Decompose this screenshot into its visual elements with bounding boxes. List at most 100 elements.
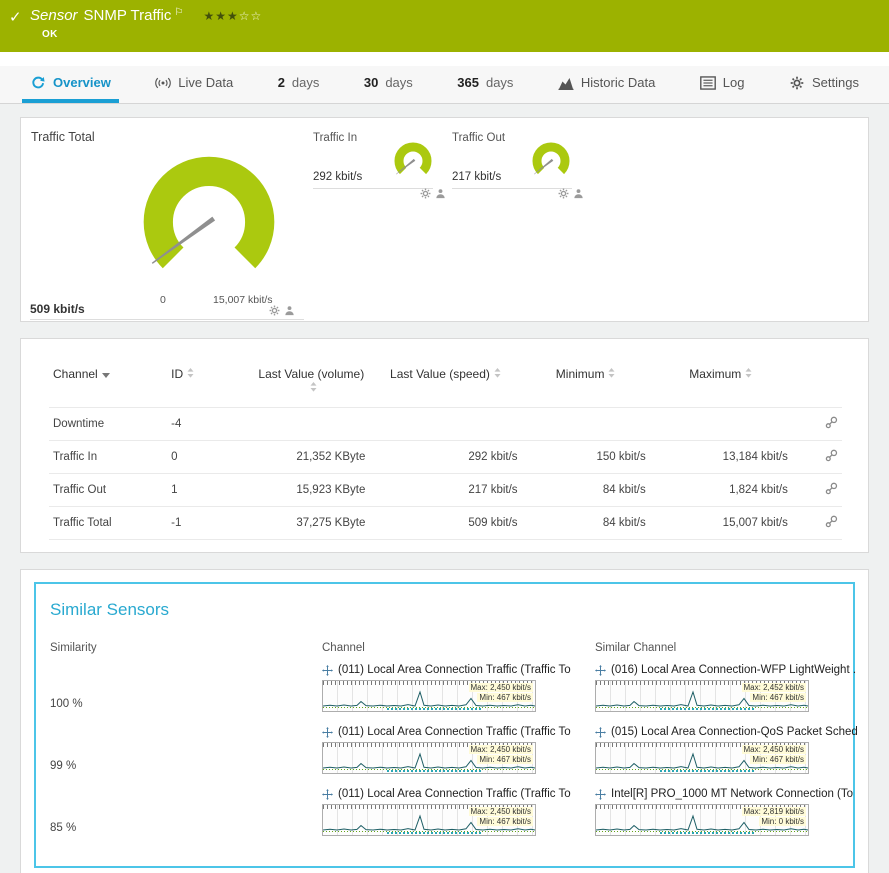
similar-channel-minigraph[interactable]: Max: 2,450 kbit/s Min: 467 kbit/s <box>595 742 809 774</box>
channel-table-header-row: Channel ID Last Value (volume) Last Valu… <box>49 363 842 408</box>
channel-link-label: (011) Local Area Connection Traffic (Tra… <box>338 664 571 676</box>
channel-table-panel: Channel ID Last Value (volume) Last Valu… <box>20 338 869 553</box>
column-header-maximum-label: Maximum <box>689 367 741 381</box>
channel-link[interactable]: (011) Local Area Connection Traffic (Tra… <box>322 788 584 800</box>
traffic-total-label: Traffic Total <box>31 130 95 144</box>
tab-overview[interactable]: Overview <box>22 66 119 103</box>
gear-icon[interactable] <box>420 188 431 199</box>
graph-max-label: Max: 2,450 kbit/s <box>469 683 533 692</box>
traffic-in-gauge[interactable] <box>389 136 437 184</box>
tab-2-days-word: days <box>292 75 319 90</box>
channel-icon <box>595 789 606 800</box>
similar-channel-minigraph[interactable]: Max: 2,452 kbit/s Min: 467 kbit/s <box>595 680 809 712</box>
traffic-in-label: Traffic In <box>313 132 357 144</box>
stars-empty: ☆☆ <box>239 9 263 23</box>
tab-365-days[interactable]: 365 days <box>449 66 521 103</box>
user-icon[interactable] <box>573 188 584 199</box>
tab-log-label: Log <box>723 75 745 90</box>
channel-last-speed <box>369 408 521 441</box>
traffic-total-gauge[interactable] <box>131 144 287 300</box>
column-header-channel-label: Channel <box>53 367 98 381</box>
similar-row: 100 % (011) Local Area Connection Traffi… <box>50 664 839 712</box>
column-header-id[interactable]: ID <box>167 363 253 408</box>
channel-settings-icon[interactable] <box>825 482 838 495</box>
traffic-out-value: 217 kbit/s <box>452 171 501 183</box>
traffic-total-value: 509 kbit/s <box>30 302 85 316</box>
tab-30-days[interactable]: 30 days <box>356 66 421 103</box>
channel-name: Downtime <box>49 408 167 441</box>
graph-axis-text <box>660 832 755 834</box>
graph-axis-text <box>387 770 482 772</box>
tab-2-days-number: 2 <box>278 75 285 90</box>
channel-name: Traffic In <box>49 441 167 474</box>
tab-365-days-number: 365 <box>457 75 479 90</box>
graph-min-label: Min: 0 kbit/s <box>759 817 806 826</box>
channel-maximum: 15,007 kbit/s <box>650 507 792 540</box>
user-icon[interactable] <box>435 188 446 199</box>
column-header-last-volume[interactable]: Last Value (volume) <box>253 363 369 408</box>
overview-content: Traffic Total 0 15,007 kbit/s 509 kbit/s… <box>0 104 889 873</box>
similar-channel-cell: Intel[R] PRO_1000 MT Network Connection … <box>595 788 857 836</box>
channel-icon <box>322 665 333 676</box>
tab-historic-data-label: Historic Data <box>581 75 655 90</box>
channel-last-volume <box>253 408 369 441</box>
sensor-title-line: SensorSNMP Traffic⚐ ★★★☆☆ <box>30 7 262 24</box>
sensor-title: SNMP Traffic <box>84 7 172 24</box>
channel-last-speed: 509 kbit/s <box>369 507 521 540</box>
table-row: Downtime -4 <box>49 408 842 441</box>
sort-icon <box>187 368 194 378</box>
similar-channel-link[interactable]: Intel[R] PRO_1000 MT Network Connection … <box>595 788 857 800</box>
channel-icon <box>595 727 606 738</box>
column-header-maximum[interactable]: Maximum <box>650 363 792 408</box>
tab-live-data[interactable]: Live Data <box>147 66 241 103</box>
similar-channel-cell: (016) Local Area Connection-WFP LightWei… <box>595 664 857 712</box>
channel-table: Channel ID Last Value (volume) Last Valu… <box>49 363 842 540</box>
column-header-last-volume-label: Last Value (volume) <box>258 367 364 381</box>
column-header-similarity: Similarity <box>50 642 322 654</box>
channel-minimum: 84 kbit/s <box>522 474 650 507</box>
channel-last-speed: 292 kbit/s <box>369 441 521 474</box>
divider <box>452 188 572 189</box>
gauge-min-label: 0 <box>160 294 166 306</box>
channel-minimum <box>522 408 650 441</box>
channel-maximum: 1,824 kbit/s <box>650 474 792 507</box>
channel-link[interactable]: (011) Local Area Connection Traffic (Tra… <box>322 664 584 676</box>
channel-id: -1 <box>167 507 253 540</box>
channel-minigraph[interactable]: Max: 2,450 kbit/s Min: 467 kbit/s <box>322 742 536 774</box>
tab-historic-data[interactable]: Historic Data <box>550 66 663 103</box>
similar-channel-link[interactable]: (015) Local Area Connection-QoS Packet S… <box>595 726 857 738</box>
traffic-in-actions <box>420 188 446 199</box>
column-header-similar-channel: Similar Channel <box>595 642 839 654</box>
channel-cell: (011) Local Area Connection Traffic (Tra… <box>322 788 595 836</box>
column-header-minimum[interactable]: Minimum <box>522 363 650 408</box>
channel-link[interactable]: (011) Local Area Connection Traffic (Tra… <box>322 726 584 738</box>
channel-settings-icon[interactable] <box>825 416 838 429</box>
similar-channel-minigraph[interactable]: Max: 2,819 kbit/s Min: 0 kbit/s <box>595 804 809 836</box>
channel-settings-icon[interactable] <box>825 515 838 528</box>
graph-axis-text <box>660 708 755 710</box>
graph-max-label: Max: 2,452 kbit/s <box>742 683 806 692</box>
user-icon[interactable] <box>284 305 295 316</box>
stars-filled: ★★★ <box>203 9 238 23</box>
graph-min-label: Min: 467 kbit/s <box>477 817 533 826</box>
gear-icon[interactable] <box>558 188 569 199</box>
sort-icon <box>745 368 752 378</box>
similar-channel-link[interactable]: (016) Local Area Connection-WFP LightWei… <box>595 664 857 676</box>
tab-overview-label: Overview <box>53 75 111 90</box>
tab-settings[interactable]: Settings <box>781 66 867 103</box>
channel-cell: (011) Local Area Connection Traffic (Tra… <box>322 664 595 712</box>
column-header-channel[interactable]: Channel <box>49 363 167 408</box>
tab-log[interactable]: Log <box>692 66 753 103</box>
similar-row: 85 % (011) Local Area Connection Traffic… <box>50 788 839 836</box>
tab-2-days[interactable]: 2 days <box>270 66 328 103</box>
channel-minigraph[interactable]: Max: 2,450 kbit/s Min: 467 kbit/s <box>322 680 536 712</box>
priority-stars[interactable]: ★★★☆☆ <box>203 9 262 23</box>
sensor-header: ✓ SensorSNMP Traffic⚐ ★★★☆☆ OK <box>0 0 889 52</box>
traffic-out-gauge[interactable] <box>527 136 575 184</box>
flag-icon[interactable]: ⚐ <box>174 7 183 18</box>
column-header-last-speed[interactable]: Last Value (speed) <box>369 363 521 408</box>
graph-axis-text <box>660 770 755 772</box>
channel-minigraph[interactable]: Max: 2,450 kbit/s Min: 467 kbit/s <box>322 804 536 836</box>
gear-icon[interactable] <box>269 305 280 316</box>
channel-settings-icon[interactable] <box>825 449 838 462</box>
